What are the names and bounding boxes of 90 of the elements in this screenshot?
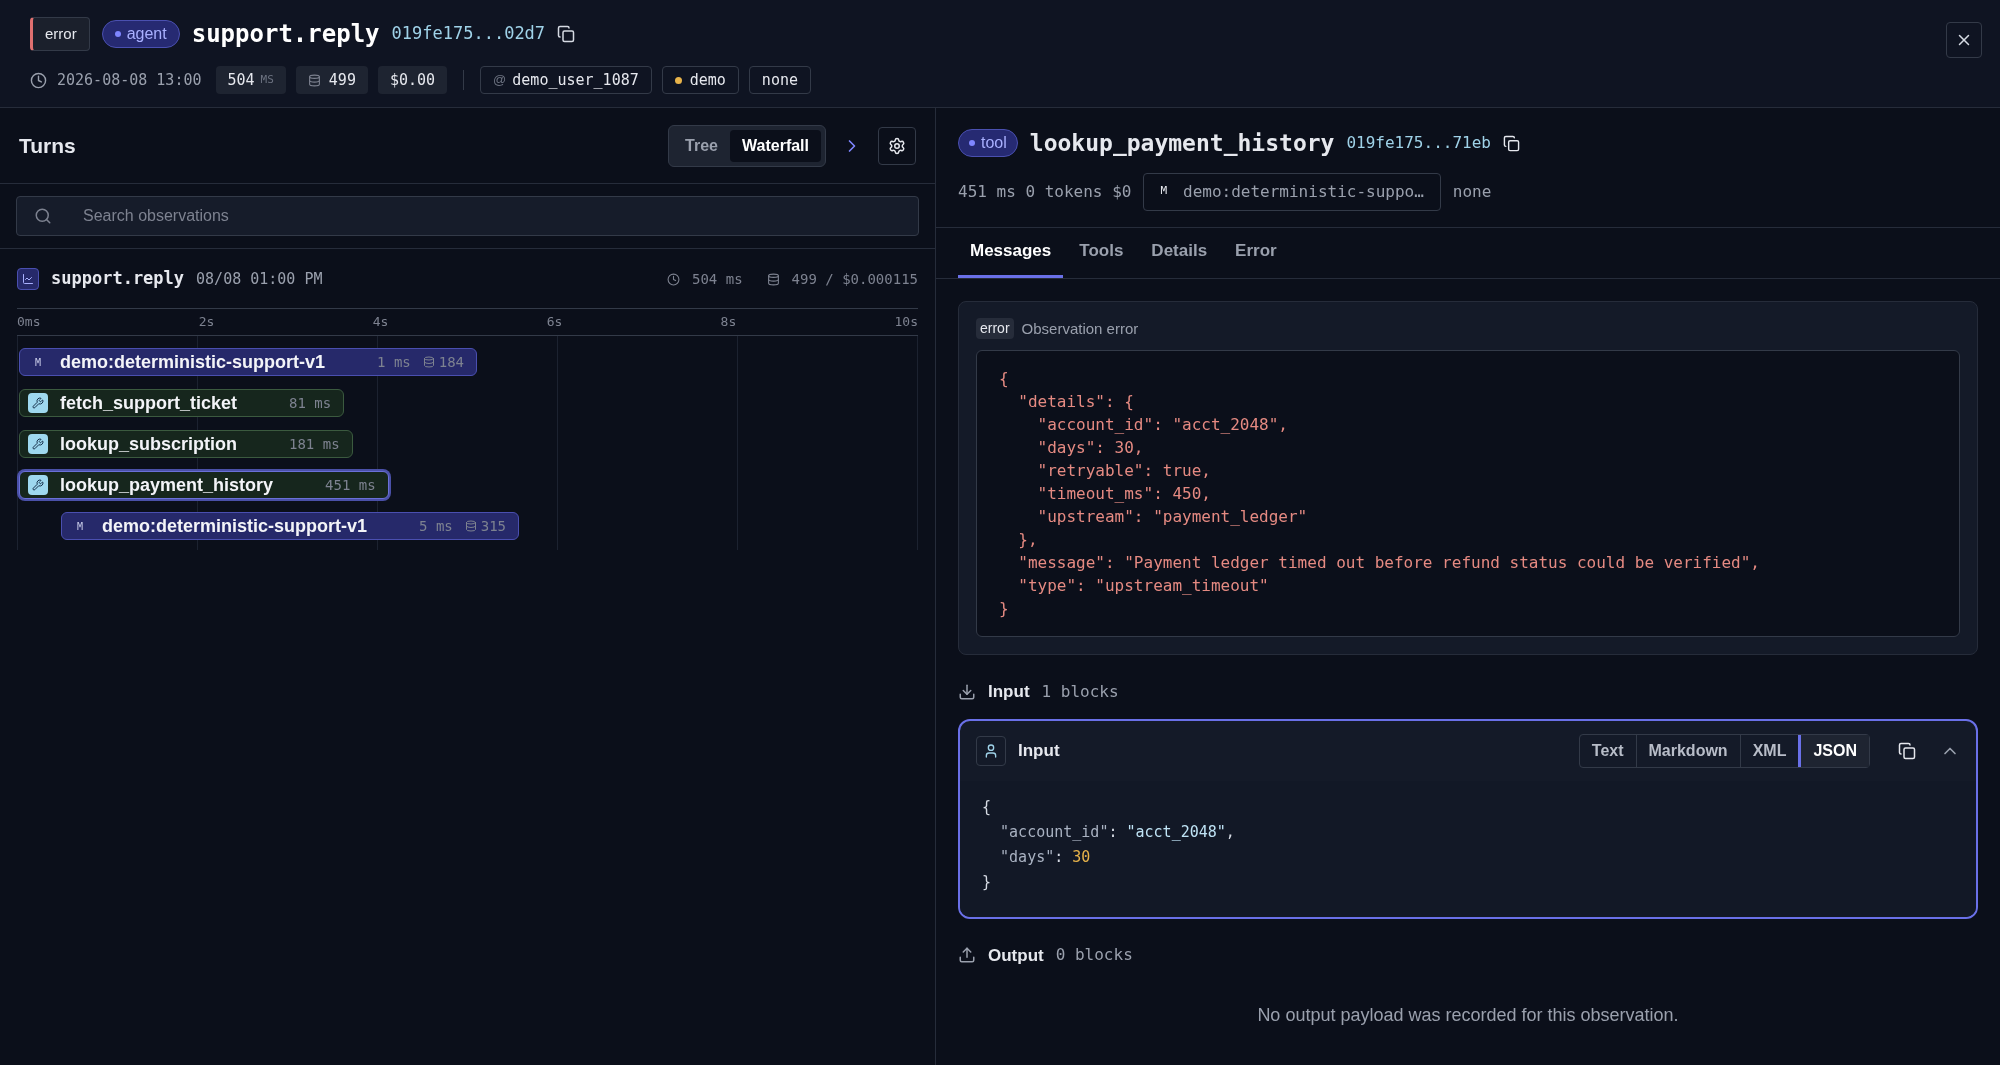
- trace-latency: 504 ms: [692, 269, 743, 289]
- span-name: demo:deterministic-support-v1: [60, 350, 327, 374]
- span-latency: 5 ms: [419, 516, 453, 536]
- type-pill: agent: [101, 20, 180, 48]
- gear-icon: [888, 136, 906, 155]
- observation-title: lookup_payment_history: [1029, 129, 1335, 158]
- release-tag: none: [1452, 179, 1492, 204]
- trace-name: support.reply: [51, 267, 185, 291]
- axis-tick: 10s: [894, 313, 918, 332]
- axis-tick: 0ms: [17, 313, 41, 332]
- empty-message: No output payload was recorded for this observation.: [1257, 1004, 1679, 1027]
- wrench-icon: [28, 434, 48, 454]
- copy-icon[interactable]: [1898, 741, 1916, 760]
- database-icon: [766, 272, 780, 286]
- observation-id: 019fe175...71eb: [1346, 132, 1491, 155]
- axis-tick: 4s: [372, 313, 389, 332]
- trace-id: 019fe175...02d7: [391, 22, 546, 46]
- format-tab[interactable]: Text: [1579, 734, 1636, 767]
- axis-tick: 2s: [198, 313, 215, 332]
- span-name: lookup_payment_history: [60, 473, 275, 497]
- at-sign: @: [493, 71, 507, 90]
- section-label: Output: [988, 944, 1044, 967]
- block-count: 0 blocks: [1055, 944, 1133, 967]
- copy-icon[interactable]: [557, 25, 576, 43]
- cost-chip: $0.00: [377, 66, 448, 94]
- section-label: Input: [988, 681, 1030, 703]
- model-chip: M demo:deterministic-suppo…: [1143, 172, 1441, 211]
- trace-title: support.reply: [191, 19, 380, 50]
- span-bar[interactable]: fetch_support_ticket 81 ms: [19, 389, 345, 417]
- upload-icon: [958, 946, 976, 965]
- search-icon: [34, 207, 52, 225]
- error-badge: error: [976, 318, 1014, 340]
- latency-chip: 504 MS: [215, 66, 286, 94]
- view-tab[interactable]: Tree: [673, 129, 730, 162]
- timestamp: 2026-08-08 13:00: [57, 69, 202, 91]
- tab[interactable]: Details: [1139, 227, 1220, 278]
- span-latency: 1 ms: [377, 352, 411, 372]
- block-count: 1 blocks: [1041, 680, 1119, 703]
- settings-button[interactable]: [878, 126, 916, 165]
- close-button[interactable]: [1946, 22, 1982, 58]
- clock-icon: [30, 71, 47, 89]
- type-pill: tool: [958, 129, 1018, 158]
- format-tab[interactable]: Markdown: [1635, 734, 1740, 767]
- download-icon: [958, 682, 976, 701]
- trace-time: 08/08 01:00 PM: [196, 268, 324, 290]
- tab[interactable]: Error: [1223, 227, 1289, 278]
- tab[interactable]: Messages: [958, 227, 1064, 278]
- code-line: {: [982, 796, 992, 818]
- span-tokens: 184: [438, 352, 465, 372]
- user-id: demo_user_1087: [512, 69, 639, 91]
- chart-icon: [17, 268, 39, 290]
- format-tab[interactable]: JSON: [1798, 734, 1869, 767]
- span-name: demo:deterministic-support-v1: [102, 514, 369, 538]
- search-field[interactable]: Search observations: [16, 196, 919, 236]
- model-label: M: [34, 355, 42, 370]
- code-line: "account_id": "acct_2048",: [999, 821, 1235, 843]
- span-latency: 451 ms: [325, 475, 376, 495]
- view-tab[interactable]: Waterfall: [730, 129, 821, 162]
- token-count: 499: [328, 69, 356, 91]
- panel-title: Turns: [19, 132, 77, 159]
- code-line: }: [982, 871, 992, 893]
- release-tag: none: [748, 66, 811, 94]
- span-name: lookup_subscription: [60, 432, 238, 456]
- database-icon: [422, 356, 435, 368]
- tab[interactable]: Tools: [1067, 227, 1136, 278]
- axis-tick: 8s: [720, 313, 737, 332]
- user-icon: [976, 735, 1006, 766]
- span-latency: 81 ms: [289, 393, 332, 413]
- span-bar[interactable]: lookup_subscription 181 ms: [19, 430, 353, 458]
- block-title: Input: [1018, 739, 1061, 762]
- error-title: Observation error: [1021, 318, 1139, 339]
- axis-tick: 6s: [546, 313, 563, 332]
- span-bar[interactable]: M demo:deterministic-support-v1 1 ms 184: [19, 348, 478, 376]
- observation-stats: 451 ms 0 tokens $0: [958, 180, 1132, 203]
- clock-icon: [667, 272, 680, 286]
- span-tokens: 315: [480, 516, 507, 536]
- trace-usage: 499 / $0.000115: [791, 269, 918, 289]
- span-latency: 181 ms: [289, 434, 340, 454]
- span-bar[interactable]: M demo:deterministic-support-v1 5 ms 315: [61, 512, 520, 540]
- database-icon: [464, 520, 477, 532]
- error-code: { "details": { "account_id": "acct_2048", "days": 30, "retryable": true, "timeout_ms": 450, "upstream": "payment_ledger" }, "message": "Payment ledger timed out before refund status could be verified", "type": "upstream_timeout" }: [976, 350, 1960, 637]
- model-label: M: [76, 519, 84, 534]
- wrench-icon: [28, 475, 48, 495]
- span-bar[interactable]: lookup_payment_history 451 ms: [19, 471, 389, 499]
- wrench-icon: [28, 393, 48, 413]
- span-name: fetch_support_ticket: [60, 391, 239, 415]
- code-line: "days": 30: [999, 846, 1091, 868]
- copy-icon[interactable]: [1502, 134, 1520, 152]
- status-badge: error: [30, 17, 90, 51]
- database-icon: [307, 73, 321, 87]
